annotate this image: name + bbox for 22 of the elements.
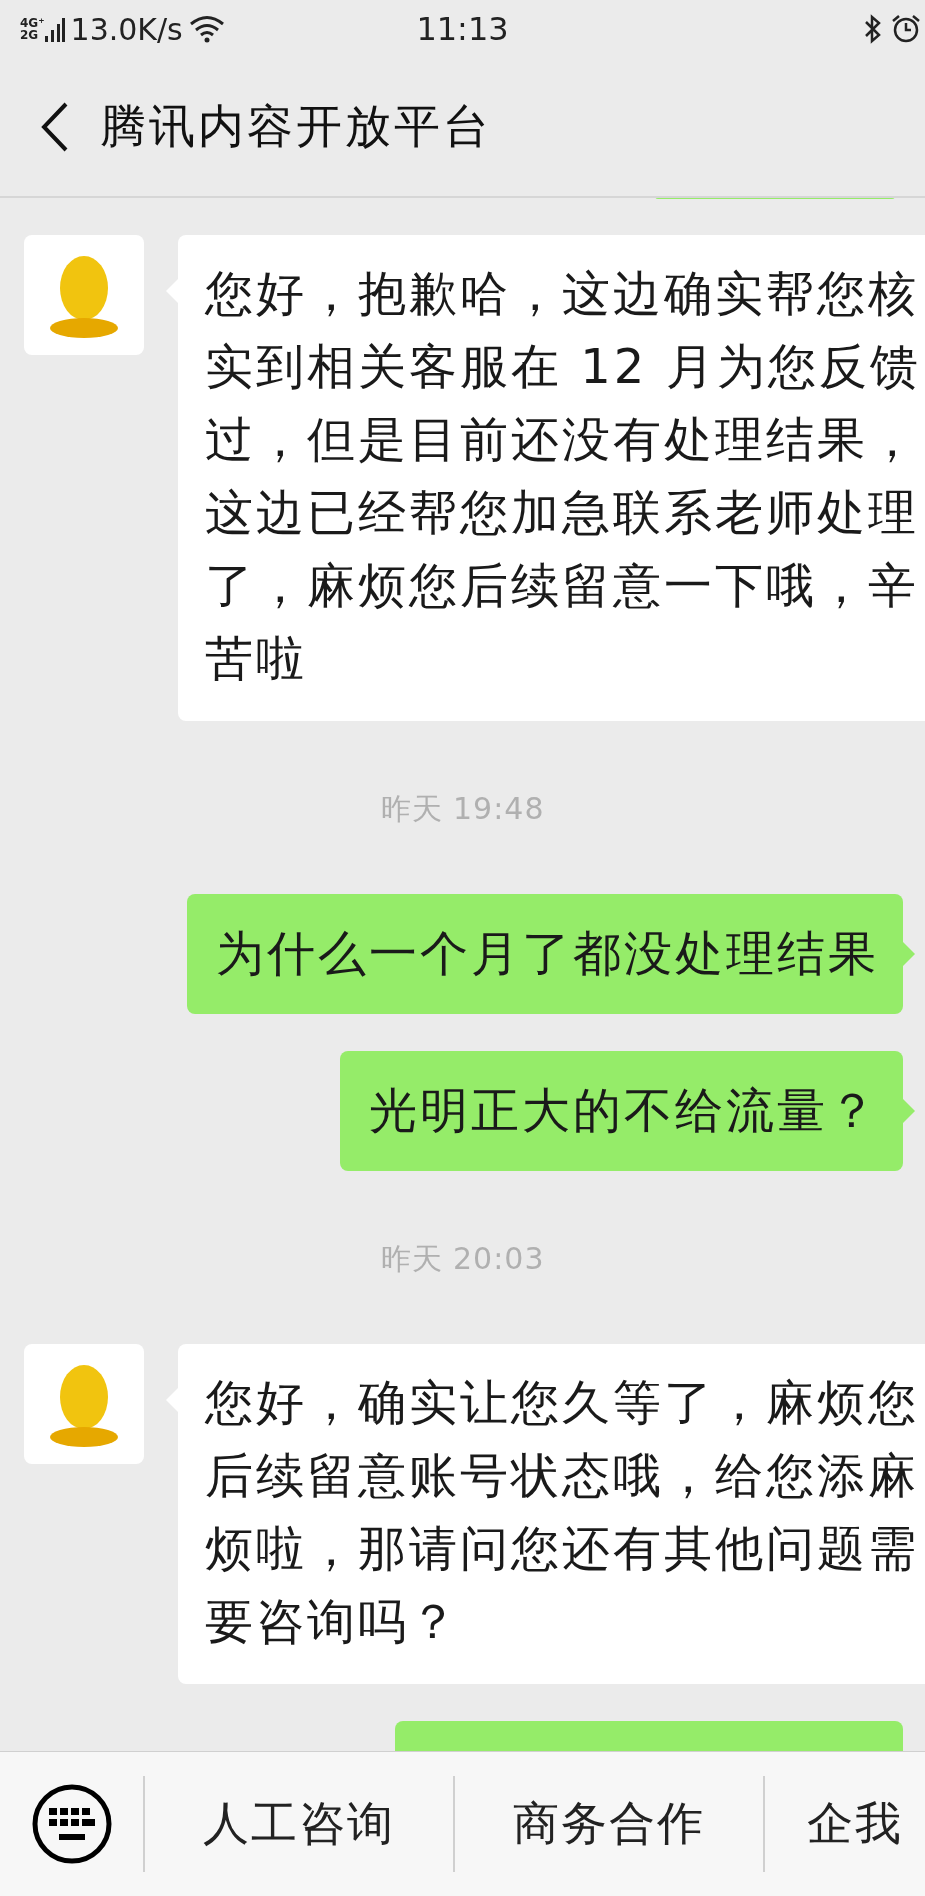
wifi-icon bbox=[188, 15, 225, 43]
bubble-tail bbox=[903, 1099, 915, 1123]
back-button[interactable] bbox=[40, 101, 70, 153]
back-icon bbox=[40, 101, 70, 153]
timestamp: 昨天 20:03 bbox=[380, 1240, 545, 1278]
signal-icon bbox=[44, 16, 65, 42]
network-speed: 13.0K/s bbox=[70, 11, 183, 47]
menu-item[interactable]: 人工咨询 bbox=[145, 1776, 455, 1872]
keyboard-icon bbox=[31, 1784, 112, 1864]
network-label: 4G⁺ 2G bbox=[20, 17, 45, 41]
menu-item[interactable]: 商务合作 bbox=[455, 1776, 765, 1872]
alarm-icon bbox=[891, 14, 921, 44]
menu-item[interactable]: 企我 bbox=[765, 1776, 925, 1872]
clock-time: 11:13 bbox=[416, 10, 509, 48]
message-bubble: 为什么一个月了都没处理结果 bbox=[187, 894, 903, 1014]
message-bubble: 光明正大的不给流量？ bbox=[340, 1051, 903, 1171]
message-bubble: 您好，抱歉哈，这边确实帮您核 实到相关客服在 12 月为您反馈 过，但是目前还没有处理结果， 这边已经帮您加急联系老师处理 了，麻烦您后续留意一下哦，辛 苦啦 bbox=[178, 235, 925, 721]
bluetooth-icon bbox=[863, 14, 883, 44]
bubble-tail bbox=[903, 942, 915, 966]
message-bubble: 您好，确实让您久等了，麻烦您 后续留意账号状态哦，给您添麻 烦啦，那请问您还有其他问题需 要咨询吗？ bbox=[178, 1344, 925, 1684]
timestamp: 昨天 19:48 bbox=[380, 790, 545, 828]
chat-title: 腾讯内容开放平台 bbox=[100, 98, 492, 155]
